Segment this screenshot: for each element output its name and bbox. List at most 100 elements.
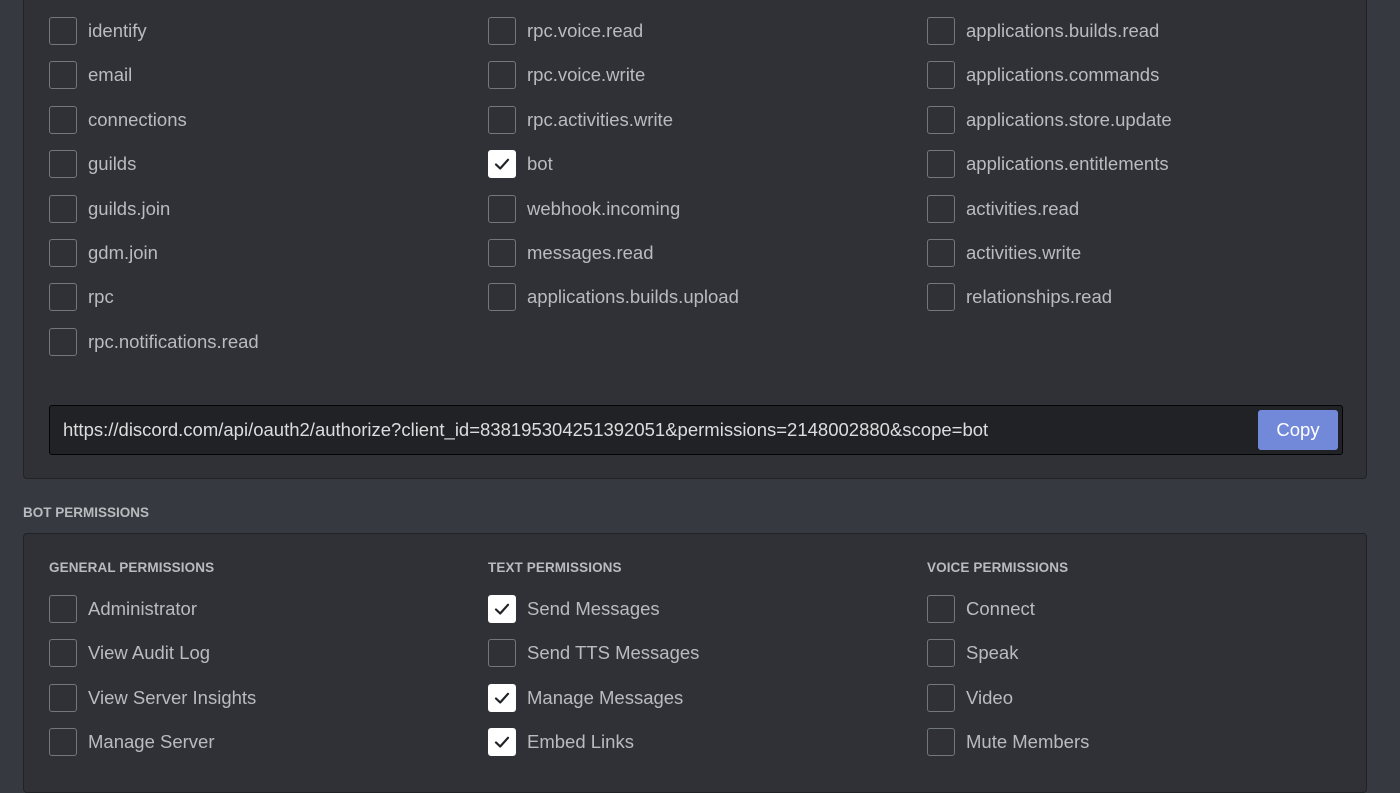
- permission-send-tts-messages[interactable]: Send TTS Messages: [488, 637, 699, 669]
- permission-column-title: VOICE PERMISSIONS: [927, 560, 1069, 575]
- scope-relationships-read[interactable]: relationships.read: [927, 281, 1112, 313]
- checkbox[interactable]: [49, 327, 77, 356]
- scope-applications-entitlements[interactable]: applications.entitlements: [927, 148, 1169, 180]
- permission-view-audit-log[interactable]: View Audit Log: [49, 637, 210, 669]
- scope-messages-read[interactable]: messages.read: [488, 237, 653, 269]
- checkbox-label: Send Messages: [527, 598, 660, 619]
- checkbox-label: relationships.read: [966, 286, 1113, 308]
- checkbox[interactable]: [49, 105, 77, 134]
- scope-identify[interactable]: identify: [49, 15, 147, 47]
- scope-applications-store-update[interactable]: applications.store.update: [927, 104, 1172, 136]
- checkbox-label: activities.write: [966, 242, 1082, 263]
- scope-rpc-activities-write[interactable]: rpc.activities.write: [488, 104, 673, 136]
- checkbox[interactable]: [927, 683, 955, 712]
- checkmark-icon: [494, 158, 510, 170]
- checkbox-label: Video: [966, 686, 1013, 708]
- permission-embed-links[interactable]: Embed Links: [488, 726, 634, 758]
- checkbox-label: guilds.join: [88, 197, 171, 219]
- checkbox[interactable]: [488, 239, 516, 267]
- checkbox[interactable]: [49, 17, 77, 45]
- permission-mute-members[interactable]: Mute Members: [927, 726, 1089, 758]
- checkbox[interactable]: [49, 283, 77, 312]
- scope-guilds[interactable]: guilds: [49, 148, 136, 180]
- checkbox[interactable]: [488, 61, 516, 90]
- scope-email[interactable]: email: [49, 59, 132, 91]
- checkbox[interactable]: [49, 150, 77, 179]
- checkbox[interactable]: [49, 595, 77, 623]
- checkbox-label: rpc.notifications.read: [88, 330, 259, 352]
- generated-url[interactable]: https://discord.com/api/oauth2/authorize…: [63, 419, 988, 441]
- scope-rpc-voice-write[interactable]: rpc.voice.write: [488, 59, 645, 91]
- permission-manage-server[interactable]: Manage Server: [49, 726, 214, 758]
- scope-applications-builds-upload[interactable]: applications.builds.upload: [488, 281, 739, 313]
- checkbox-label: identify: [88, 20, 147, 41]
- scope-activities-read[interactable]: activities.read: [927, 193, 1079, 225]
- checkbox[interactable]: [927, 728, 955, 757]
- scope-gdm-join[interactable]: gdm.join: [49, 237, 158, 269]
- scope-guilds-join[interactable]: guilds.join: [49, 193, 170, 225]
- checkbox-checked[interactable]: [488, 728, 516, 757]
- scope-applications-commands[interactable]: applications.commands: [927, 59, 1159, 91]
- scope-rpc[interactable]: rpc: [49, 281, 114, 313]
- checkbox-label: Embed Links: [527, 731, 634, 753]
- checkbox[interactable]: [49, 61, 77, 90]
- bot-permissions-heading: BOT PERMISSIONS: [23, 505, 150, 520]
- checkbox-checked[interactable]: [488, 595, 516, 623]
- checkbox[interactable]: [927, 105, 955, 134]
- scope-applications-builds-read[interactable]: applications.builds.read: [927, 15, 1159, 47]
- checkbox[interactable]: [927, 239, 955, 267]
- checkbox[interactable]: [488, 194, 516, 223]
- checkbox[interactable]: [927, 283, 955, 312]
- checkbox-label: applications.store.update: [966, 108, 1172, 130]
- bot-permissions-panel: GENERAL PERMISSIONS Administrator View Aud…: [23, 533, 1367, 793]
- permission-administrator[interactable]: Administrator: [49, 593, 197, 625]
- scope-connections[interactable]: connections: [49, 104, 187, 136]
- scope-rpc-voice-read[interactable]: rpc.voice.read: [488, 15, 643, 47]
- checkbox-label: rpc: [88, 286, 114, 308]
- checkbox[interactable]: [49, 194, 77, 223]
- checkbox-label: messages.read: [527, 242, 654, 263]
- checkbox-label: Manage Messages: [527, 686, 684, 708]
- checkbox[interactable]: [488, 639, 516, 668]
- checkmark-icon: [494, 603, 510, 615]
- checkbox[interactable]: [927, 61, 955, 90]
- scope-webhook-incoming[interactable]: webhook.incoming: [488, 193, 680, 225]
- checkbox[interactable]: [488, 17, 516, 45]
- copy-button[interactable]: Copy: [1258, 410, 1338, 450]
- permission-column-title: GENERAL PERMISSIONS: [49, 560, 215, 575]
- checkbox[interactable]: [927, 17, 955, 45]
- checkbox[interactable]: [927, 639, 955, 668]
- scope-activities-write[interactable]: activities.write: [927, 237, 1081, 269]
- checkbox[interactable]: [927, 150, 955, 179]
- checkbox[interactable]: [927, 194, 955, 223]
- scope-bot[interactable]: bot: [488, 148, 553, 180]
- checkbox[interactable]: [49, 728, 77, 757]
- checkbox-label: View Server Insights: [88, 686, 257, 708]
- checkbox[interactable]: [49, 639, 77, 668]
- checkbox-label: webhook.incoming: [527, 197, 681, 219]
- generated-url-box[interactable]: https://discord.com/api/oauth2/authorize…: [49, 405, 1343, 455]
- checkbox-label: connections: [88, 108, 187, 130]
- checkbox-label: bot: [527, 153, 553, 175]
- permission-video[interactable]: Video: [927, 682, 1013, 714]
- checkbox-label: rpc.voice.write: [527, 64, 646, 86]
- permission-manage-messages[interactable]: Manage Messages: [488, 682, 683, 714]
- checkbox-label: rpc.activities.write: [527, 108, 673, 130]
- checkbox-label: Administrator: [88, 598, 197, 619]
- checkbox-label: applications.entitlements: [966, 153, 1169, 175]
- checkbox-label: email: [88, 64, 133, 86]
- checkbox-checked[interactable]: [488, 150, 516, 179]
- scopes-panel: identify email connections guilds guilds.joi…: [23, 0, 1367, 479]
- checkbox[interactable]: [927, 595, 955, 623]
- checkbox[interactable]: [488, 283, 516, 312]
- permission-send-messages[interactable]: Send Messages: [488, 593, 660, 625]
- checkbox[interactable]: [488, 105, 516, 134]
- permission-connect[interactable]: Connect: [927, 593, 1035, 625]
- checkbox[interactable]: [49, 683, 77, 712]
- checkbox[interactable]: [49, 239, 77, 267]
- checkbox-label: guilds: [88, 153, 137, 175]
- permission-view-server-insights[interactable]: View Server Insights: [49, 682, 256, 714]
- scope-rpc-notifications-read[interactable]: rpc.notifications.read: [49, 326, 259, 358]
- permission-speak[interactable]: Speak: [927, 637, 1018, 669]
- checkbox-checked[interactable]: [488, 683, 516, 712]
